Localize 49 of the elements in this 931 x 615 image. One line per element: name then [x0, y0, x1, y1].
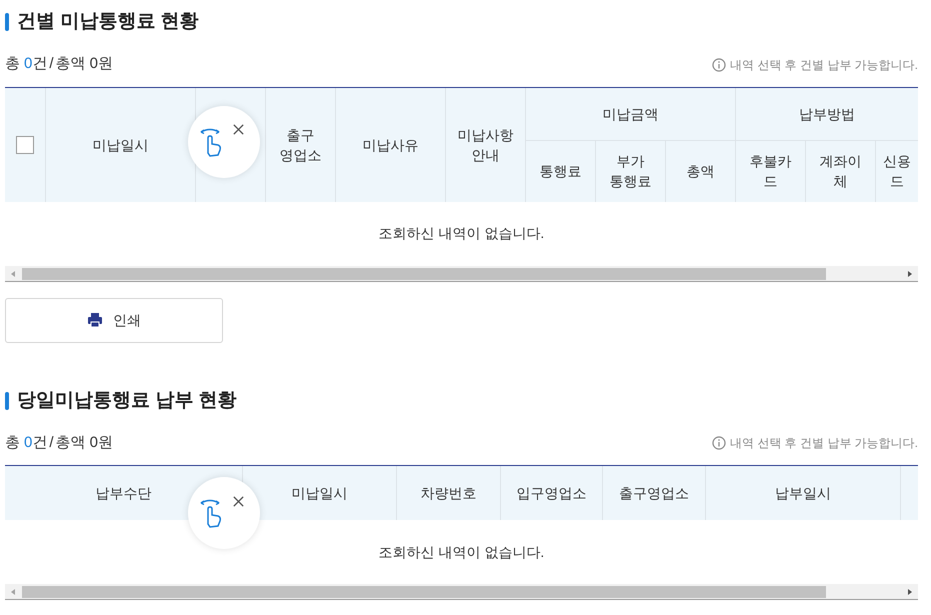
total-label: 총 [5, 54, 20, 74]
total-amount: 총액 0원 [56, 432, 114, 453]
count-unit: 건 [32, 432, 48, 453]
column-header: 납부방법 [799, 104, 855, 124]
scroll-left-icon [10, 270, 16, 278]
swipe-hand-icon [198, 497, 224, 529]
notice-text: 내역 선택 후 건별 납부 가능합니다. [730, 435, 918, 452]
info-icon [712, 436, 726, 450]
column-header: 미납사항 안내 [458, 126, 514, 164]
total-count: 0 [24, 54, 32, 74]
printer-icon [87, 312, 103, 328]
scroll-left-icon [10, 588, 16, 596]
separator: / [49, 432, 54, 453]
scroll-right-icon [907, 588, 913, 596]
print-button[interactable]: 인쇄 [5, 298, 223, 342]
notice-text: 내역 선택 후 건별 납부 가능합니다. [730, 56, 918, 74]
swipe-hand-icon [198, 126, 224, 158]
column-header: 출구영업소 [619, 484, 689, 503]
column-header: 총액 [686, 162, 714, 181]
info-icon [712, 58, 726, 72]
empty-message: 조회하신 내역이 없습니다. [378, 542, 544, 562]
scroll-right-icon [907, 270, 913, 278]
column-header: 통행료 [540, 162, 582, 181]
close-icon [232, 123, 244, 136]
column-header: 납부수단 [96, 484, 152, 503]
empty-message: 조회하신 내역이 없습니다. [378, 224, 544, 243]
column-header: 신용 드 [883, 152, 911, 191]
column-header: 입구영업소 [516, 484, 586, 503]
total-amount: 총액 0원 [56, 54, 114, 74]
total-label: 총 [5, 432, 20, 453]
column-header: 부가 통행료 [610, 152, 652, 191]
column-header: 차량번호 [420, 484, 476, 503]
column-header: 미납일시 [292, 484, 348, 503]
select-all-checkbox[interactable] [16, 136, 34, 154]
column-header: 계좌이 체 [820, 152, 862, 191]
column-header: 후불카 드 [750, 152, 792, 191]
column-header: 출구 영업소 [280, 126, 322, 164]
title-marker [5, 392, 9, 410]
section-title: 당일미납통행료 납부 현황 [17, 388, 237, 412]
count-unit: 건 [32, 54, 48, 74]
column-header: 미납사유 [362, 136, 418, 154]
separator: / [49, 54, 54, 74]
close-icon [232, 494, 244, 508]
title-marker [5, 13, 9, 32]
column-header: 미납일시 [92, 136, 148, 154]
column-header: 미납금액 [602, 104, 658, 124]
total-count: 0 [24, 432, 32, 453]
section-title: 건별 미납통행료 현황 [17, 10, 199, 34]
column-header: 납부일시 [775, 484, 831, 503]
